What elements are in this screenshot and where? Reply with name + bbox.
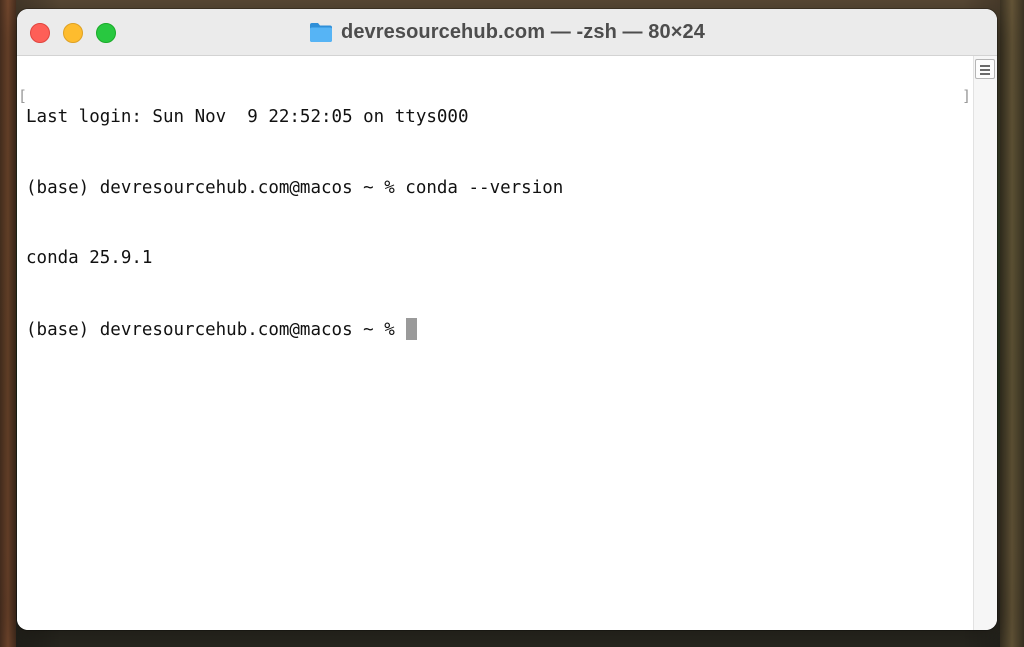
background-tree-left: [0, 0, 16, 647]
command-mark-close: ]: [962, 87, 972, 105]
terminal-prompt-line[interactable]: (base) devresourcehub.com@macos ~ %: [26, 317, 563, 342]
terminal-line: conda 25.9.1: [26, 248, 153, 268]
terminal-line: (base) devresourcehub.com@macos ~ % cond…: [26, 177, 564, 198]
terminal-content[interactable]: [ ] Last login: Sun Nov 9 22:52:05 on tt…: [17, 56, 973, 630]
split-pane-icon[interactable]: [975, 59, 995, 79]
background-tree-right: [1000, 0, 1024, 647]
terminal-prompt: (base) devresourcehub.com@macos ~ %: [26, 319, 406, 340]
folder-icon: [309, 21, 333, 43]
terminal-line: Last login: Sun Nov 9 22:52:05 on ttys00…: [26, 107, 469, 127]
window-title-group: devresourcehub.com — -zsh — 80×24: [17, 9, 997, 55]
window-title: devresourcehub.com — -zsh — 80×24: [341, 20, 705, 43]
text-cursor: [406, 317, 418, 340]
title-bar[interactable]: devresourcehub.com — -zsh — 80×24: [17, 9, 997, 56]
terminal-window: devresourcehub.com — -zsh — 80×24 [ ] La…: [17, 9, 997, 630]
scrollbar-track[interactable]: [973, 56, 997, 630]
terminal-output: Last login: Sun Nov 9 22:52:05 on ttys00…: [26, 59, 563, 388]
